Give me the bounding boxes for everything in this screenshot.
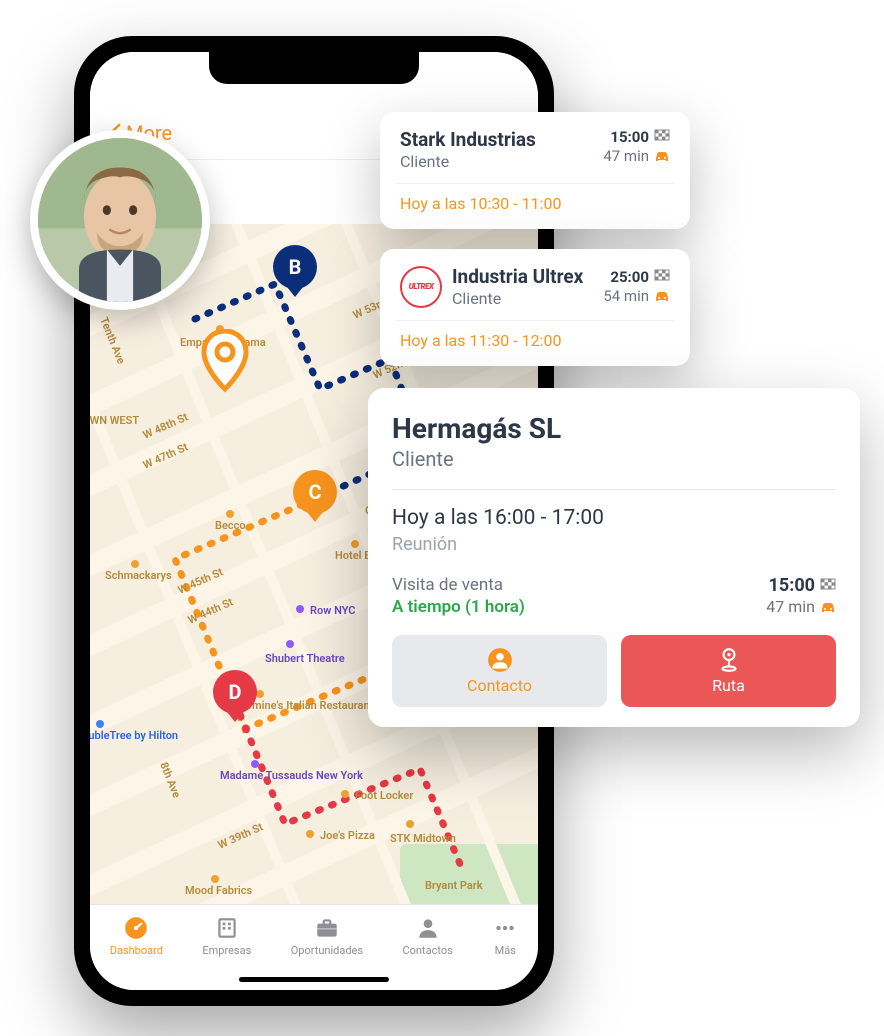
- svg-text:Bryant Park: Bryant Park: [425, 879, 483, 892]
- company-name: Industria Ultrex: [452, 265, 603, 288]
- briefcase-icon: [314, 915, 340, 941]
- flag-icon: [654, 269, 670, 285]
- car-icon: [654, 148, 670, 164]
- contact-button[interactable]: Contacto: [392, 635, 607, 707]
- schedule-time: Hoy a las 11:30 - 12:00: [400, 331, 670, 350]
- schedule-time: Hoy a las 10:30 - 11:00: [400, 194, 670, 213]
- svg-text:DoubleTree by Hilton: DoubleTree by Hilton: [90, 729, 178, 742]
- pin-label: C: [308, 480, 321, 504]
- flag-icon: [820, 578, 836, 594]
- person-icon: [415, 915, 441, 941]
- map-pin-d[interactable]: D: [213, 670, 257, 714]
- route-pin-icon: [716, 647, 742, 673]
- tab-empresas[interactable]: Empresas: [202, 915, 251, 957]
- svg-text:STK Midtown: STK Midtown: [390, 832, 456, 845]
- detail-when: Hoy a las 16:00 - 17:00: [392, 506, 836, 530]
- detail-meeting: Reunión: [392, 534, 836, 555]
- car-icon: [820, 599, 836, 615]
- pin-label: D: [229, 680, 242, 704]
- gauge-icon: [123, 915, 149, 941]
- company-name: Stark Industrias: [400, 128, 536, 151]
- svg-text:Becco: Becco: [215, 519, 246, 532]
- detail-arrival-time: 15:00: [769, 575, 815, 596]
- company-logo: ULTREX: [400, 266, 442, 308]
- tab-label: Más: [495, 944, 516, 957]
- tab-label: Oportunidades: [291, 944, 363, 957]
- detail-ontime: A tiempo (1 hora): [392, 597, 525, 617]
- tab-contactos[interactable]: Contactos: [402, 915, 452, 957]
- tab-oportunidades[interactable]: Oportunidades: [291, 915, 363, 957]
- more-icon: [492, 915, 518, 941]
- detail-visit-type: Visita de venta: [392, 575, 525, 595]
- detail-type: Cliente: [392, 447, 836, 471]
- company-type: Cliente: [400, 152, 536, 171]
- svg-text:Tenth Ave: Tenth Ave: [97, 315, 128, 366]
- tab-mas[interactable]: Más: [492, 915, 518, 957]
- button-label: Contacto: [467, 676, 532, 695]
- svg-text:Mood Fabrics: Mood Fabrics: [185, 884, 253, 897]
- visit-card-ultrex[interactable]: ULTREX Industria Ultrex Cliente 25:00 54…: [380, 249, 690, 366]
- company-type: Cliente: [452, 289, 603, 308]
- visit-detail-card: Hermagás SL Cliente Hoy a las 16:00 - 17…: [368, 388, 860, 727]
- svg-text:Shubert Theatre: Shubert Theatre: [265, 652, 345, 665]
- car-icon: [654, 288, 670, 304]
- building-icon: [214, 915, 240, 941]
- button-label: Ruta: [712, 676, 745, 695]
- detail-company: Hermagás SL: [392, 412, 836, 445]
- visit-card-stark[interactable]: Stark Industrias Cliente 15:00 47 min Ho…: [380, 112, 690, 229]
- svg-text:Foot Locker: Foot Locker: [355, 789, 413, 802]
- detail-duration: 47 min: [766, 597, 815, 616]
- route-button[interactable]: Ruta: [621, 635, 836, 707]
- tab-label: Dashboard: [110, 944, 163, 957]
- arrival-time: 15:00: [610, 128, 649, 146]
- map-pin-c[interactable]: C: [293, 470, 337, 514]
- tab-dashboard[interactable]: Dashboard: [110, 915, 163, 957]
- tab-label: Contactos: [402, 944, 452, 957]
- tab-label: Empresas: [202, 944, 251, 957]
- svg-text:Madame Tussauds New York: Madame Tussauds New York: [220, 769, 363, 782]
- user-avatar[interactable]: [30, 130, 210, 310]
- map-pin-b[interactable]: B: [273, 245, 317, 289]
- svg-text:Row NYC: Row NYC: [310, 604, 356, 617]
- travel-duration: 54 min: [603, 287, 649, 305]
- svg-text:Joe's Pizza: Joe's Pizza: [320, 829, 375, 842]
- svg-text:OWN WEST: OWN WEST: [90, 414, 139, 427]
- travel-duration: 47 min: [603, 147, 649, 165]
- pin-label: B: [289, 255, 302, 279]
- person-circle-icon: [487, 647, 513, 673]
- arrival-time: 25:00: [610, 268, 649, 286]
- flag-icon: [654, 129, 670, 145]
- svg-text:Schmackarys: Schmackarys: [105, 569, 172, 582]
